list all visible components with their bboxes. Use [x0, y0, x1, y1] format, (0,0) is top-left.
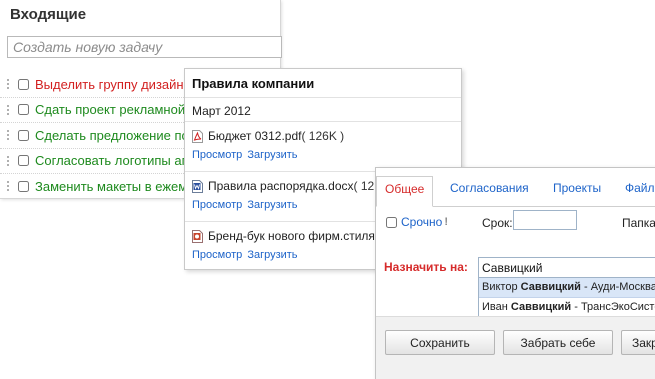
doc-file-icon — [192, 179, 203, 193]
suggestion-last-name: Саввицкий — [510, 301, 572, 313]
task-checkbox[interactable] — [18, 180, 29, 192]
editor-footer: Сохранить Забрать себе Закрыть — [376, 316, 655, 379]
close-button[interactable]: Закрыть — [621, 330, 655, 355]
exclamation-icon: ! — [444, 216, 448, 228]
download-link[interactable]: Загрузить — [247, 249, 297, 261]
task-checkbox[interactable] — [18, 155, 29, 167]
divider — [185, 121, 461, 122]
rules-title: Правила компании — [192, 76, 315, 91]
view-link[interactable]: Просмотр — [192, 149, 242, 161]
save-button[interactable]: Сохранить — [385, 330, 495, 355]
download-link[interactable]: Загрузить — [247, 199, 297, 211]
file-name[interactable]: Бюджет 0312.pdf — [208, 129, 301, 143]
task-label[interactable]: Сделать предложение по — [35, 128, 189, 143]
task-checkbox[interactable] — [18, 129, 29, 141]
file-name[interactable]: Правила распорядка.docx — [208, 179, 354, 193]
file-item: Бюджет 0312.pdf ( 126K ) Просмотр Загруз… — [192, 129, 462, 161]
drag-handle-icon[interactable] — [6, 103, 10, 116]
divider — [185, 97, 461, 98]
view-link[interactable]: Просмотр — [192, 199, 242, 211]
tab-files[interactable]: Файлы — [625, 176, 655, 206]
task-checkbox[interactable] — [18, 78, 29, 90]
task-checkbox[interactable] — [18, 104, 29, 116]
task-editor-panel: Общее Согласования Проекты Файлы Срочно … — [375, 167, 655, 379]
download-link[interactable]: Загрузить — [247, 149, 297, 161]
drag-handle-icon[interactable] — [6, 154, 10, 167]
pdf-file-icon — [192, 129, 203, 143]
file-name[interactable]: Бренд-бук нового фирм.стиля — [208, 229, 375, 243]
urgent-option: Срочно ! — [386, 215, 448, 229]
suggestion-item[interactable]: Иван Саввицкий - ТрансЭкоСистема — [479, 298, 655, 317]
tab-approvals[interactable]: Согласования — [450, 176, 529, 206]
deadline-input[interactable] — [513, 210, 577, 230]
suggestion-org: - ТрансЭкоСистема — [574, 301, 655, 313]
suggestion-first-name: Иван — [482, 301, 508, 313]
tab-general[interactable]: Общее — [376, 176, 434, 207]
ppt-file-icon — [192, 229, 203, 243]
suggestion-last-name: Саввицкий — [520, 281, 581, 293]
deadline-label: Срок: — [482, 216, 513, 230]
rules-month: Март 2012 — [192, 104, 251, 118]
urgent-checkbox[interactable] — [386, 216, 397, 228]
suggestion-org: - Ауди-Москва — [580, 281, 655, 293]
tab-projects[interactable]: Проекты — [553, 176, 601, 206]
file-size: ( 126K ) — [301, 129, 345, 143]
view-link[interactable]: Просмотр — [192, 249, 242, 261]
folder-label: Папка — [622, 216, 655, 230]
tab-bar: Общее Согласования Проекты Файлы — [376, 168, 655, 207]
new-task-input[interactable] — [7, 36, 282, 58]
suggestion-first-name: Виктор — [482, 281, 518, 293]
take-for-self-button[interactable]: Забрать себе — [503, 330, 613, 355]
assignee-input[interactable] — [478, 257, 655, 278]
assignee-suggestions: Виктор Саввицкий - Ауди-Москва Иван Савв… — [478, 278, 655, 318]
inbox-title: Входящие — [10, 6, 87, 23]
urgent-label[interactable]: Срочно — [401, 215, 442, 229]
drag-handle-icon[interactable] — [6, 129, 10, 142]
drag-handle-icon[interactable] — [6, 78, 10, 91]
drag-handle-icon[interactable] — [6, 180, 10, 193]
assign-label: Назначить на: — [384, 260, 468, 274]
suggestion-item[interactable]: Виктор Саввицкий - Ауди-Москва — [479, 278, 655, 298]
